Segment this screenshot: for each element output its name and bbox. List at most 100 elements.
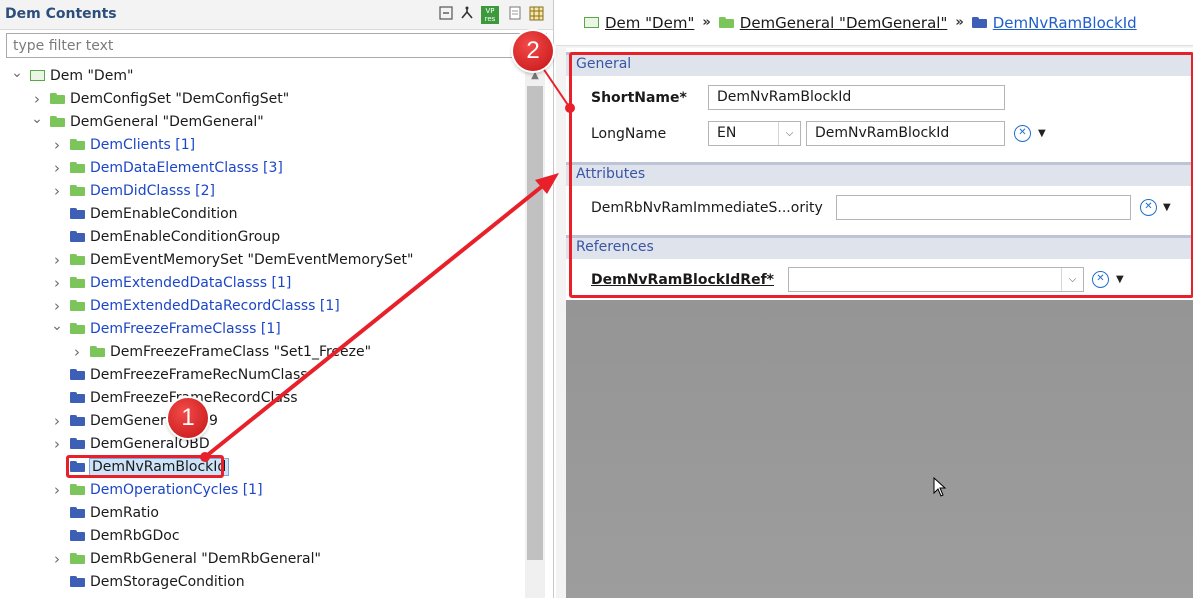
element-folder-icon: [70, 208, 85, 219]
tree-item[interactable]: › DemDataElementClasss [3]: [50, 156, 283, 179]
container-folder-icon: [70, 300, 85, 311]
expand-closed-icon[interactable]: ›: [50, 156, 64, 179]
tree-item-label: DemEnableConditionGroup: [90, 228, 281, 245]
breadcrumb-label: Dem "Dem": [605, 13, 695, 32]
tree-item[interactable]: › DemDidClasss [2]: [50, 179, 215, 202]
tree-item[interactable]: DemEnableConditionGroup: [50, 225, 280, 248]
tree-item[interactable]: › DemFreezeFrameClass "Set1_Freeze": [70, 340, 371, 363]
tree-item[interactable]: › DemClients [1]: [50, 133, 195, 156]
tree-item[interactable]: ⌄ Dem "Dem": [10, 64, 133, 87]
container-folder-icon: [70, 139, 85, 150]
container-folder-icon: [718, 17, 734, 28]
container-folder-icon: [70, 553, 85, 564]
document-icon[interactable]: [506, 6, 523, 23]
tree-item-label: DemRbGDoc: [90, 527, 180, 544]
tree-item-label: DemEventMemorySet "DemEventMemorySet": [90, 251, 414, 268]
tree-item[interactable]: DemFreezeFrameRecNumClass: [50, 363, 308, 386]
tree-item-label: DemExtendedDataRecordClasss [1]: [90, 297, 340, 314]
expand-closed-icon[interactable]: ›: [50, 409, 64, 432]
expand-closed-icon[interactable]: ›: [50, 179, 64, 202]
mouse-cursor-icon: [933, 477, 947, 497]
container-folder-icon: [70, 162, 85, 173]
container-folder-icon: [70, 323, 85, 334]
breadcrumb-separator-icon: »: [955, 15, 964, 30]
tree-item[interactable]: DemRbGDoc: [50, 524, 180, 547]
breadcrumb-item-demgeneral[interactable]: DemGeneral "DemGeneral": [718, 13, 948, 32]
element-folder-icon: [70, 530, 85, 541]
dem-contents-panel: Dem Contents VPres ⌄Dem "Dem"›DemConfigS…: [0, 0, 554, 598]
filter-input[interactable]: [6, 33, 547, 58]
module-icon: [584, 17, 599, 28]
container-folder-icon: [70, 484, 85, 495]
breadcrumb-item-demnvramblockid[interactable]: DemNvRamBlockId: [971, 13, 1137, 32]
element-folder-icon: [70, 231, 85, 242]
tree-item[interactable]: › DemEventMemorySet "DemEventMemorySet": [50, 248, 413, 271]
expand-open-icon[interactable]: ⌄: [50, 314, 64, 337]
annotation-badge-2: 2: [513, 31, 553, 71]
tree-item[interactable]: DemRatio: [50, 501, 159, 524]
container-folder-icon: [70, 185, 85, 196]
expand-closed-icon[interactable]: ›: [50, 478, 64, 501]
tree-item[interactable]: › DemExtendedDataRecordClasss [1]: [50, 294, 340, 317]
element-folder-icon: [70, 576, 85, 587]
expand-closed-icon[interactable]: ›: [70, 340, 84, 363]
link-icon[interactable]: [458, 6, 475, 23]
breadcrumb-separator-icon: »: [702, 15, 711, 30]
expand-closed-icon[interactable]: ›: [50, 547, 64, 570]
tree-item-label: DemDidClasss [2]: [90, 182, 215, 199]
container-folder-icon: [90, 346, 105, 357]
expand-closed-icon[interactable]: ›: [50, 133, 64, 156]
tree-item-label: DemRatio: [90, 504, 159, 521]
grid-icon[interactable]: [528, 6, 545, 23]
expand-closed-icon[interactable]: ›: [50, 248, 64, 271]
expand-open-icon[interactable]: ⌄: [10, 64, 24, 84]
tree-item[interactable]: ⌄ DemGeneral "DemGeneral": [30, 110, 264, 133]
element-folder-icon: [70, 415, 85, 426]
expand-open-icon[interactable]: ⌄: [30, 107, 44, 130]
res-label: res: [484, 15, 496, 23]
tree-item-label: DemStorageCondition: [90, 573, 245, 590]
tree-item[interactable]: › DemRbGeneral "DemRbGeneral": [50, 547, 321, 570]
tree-item[interactable]: DemStorageCondition: [50, 570, 245, 593]
breadcrumb-label: DemGeneral "DemGeneral": [739, 13, 948, 32]
tree-item[interactable]: DemEnableCondition: [50, 202, 238, 225]
tree-item-label: DemFreezeFrameClasss [1]: [90, 320, 281, 337]
expand-closed-icon[interactable]: ›: [50, 432, 64, 455]
tree-item-label: DemFreezeFrameRecNumClass: [90, 366, 308, 383]
element-folder-icon: [70, 369, 85, 380]
tree-item-label: DemConfigSet "DemConfigSet": [70, 90, 290, 107]
breadcrumb-label: DemNvRamBlockId: [992, 13, 1137, 32]
tree-item-label: Dem "Dem": [50, 67, 134, 84]
expand-closed-icon[interactable]: ›: [50, 271, 64, 294]
container-folder-icon: [50, 116, 65, 127]
element-folder-icon: [70, 438, 85, 449]
tree-item[interactable]: › DemOperationCycles [1]: [50, 478, 263, 501]
tree-item-label: DemDataElementClasss [3]: [90, 159, 283, 176]
collapse-all-icon[interactable]: [437, 6, 454, 23]
vp-label: VP: [485, 7, 495, 15]
vp-res-icon[interactable]: VP res: [481, 6, 499, 24]
container-folder-icon: [70, 277, 85, 288]
scroll-up-arrow-icon[interactable]: ▲: [525, 70, 545, 81]
container-folder-icon: [70, 254, 85, 265]
element-folder-icon: [70, 392, 85, 403]
tree-item[interactable]: ⌄ DemFreezeFrameClasss [1]: [50, 317, 281, 340]
scrollbar-thumb[interactable]: [527, 86, 543, 560]
tree-item[interactable]: › DemConfigSet "DemConfigSet": [30, 87, 289, 110]
tree-item-label: DemExtendedDataClasss [1]: [90, 274, 292, 291]
tree-scrollbar[interactable]: ▲: [525, 64, 545, 598]
tree-item-label: DemClients [1]: [90, 136, 196, 153]
element-folder-icon: [971, 17, 987, 28]
tree-item-label: DemEnableCondition: [90, 205, 238, 222]
breadcrumb-item-dem[interactable]: Dem "Dem": [584, 14, 694, 32]
highlight-box-editor: [569, 52, 1193, 298]
tree-item[interactable]: › DemExtendedDataClasss [1]: [50, 271, 291, 294]
panel-title: Dem Contents: [5, 6, 117, 22]
dem-tree: ⌄ Dem "Dem" › DemConfigSet "DemConfigSet" ⌄ D…: [0, 64, 524, 598]
